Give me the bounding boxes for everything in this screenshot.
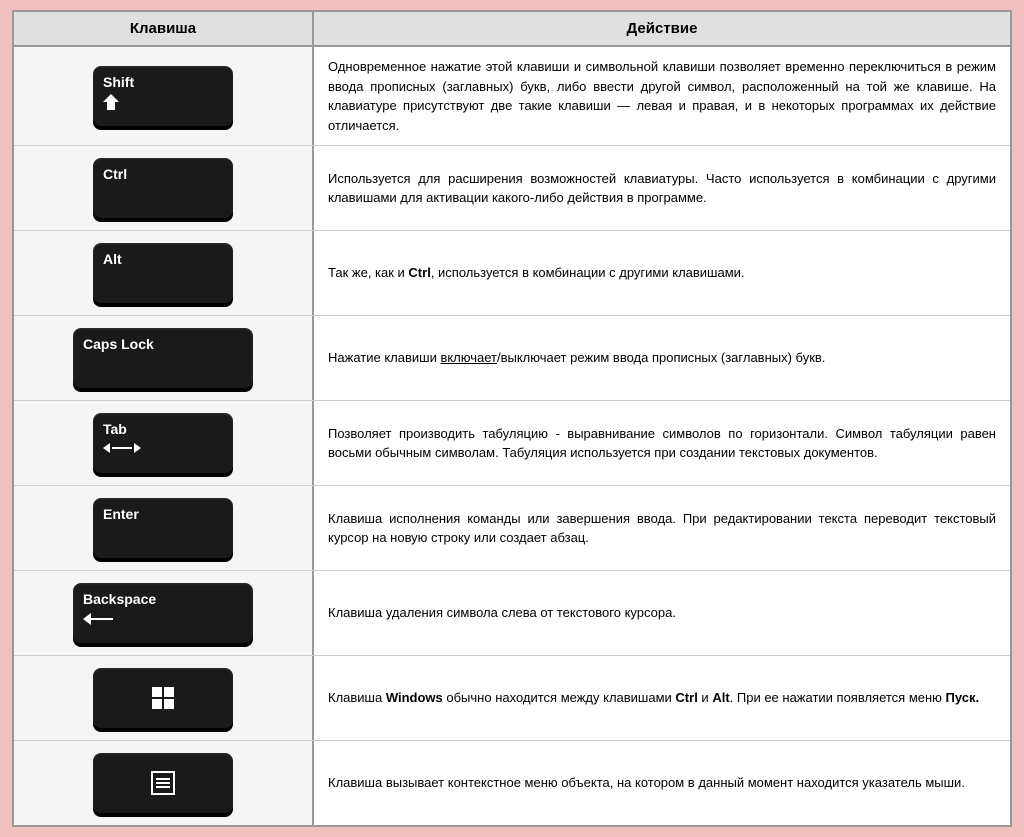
cell-key-ctrl: Ctrl (14, 146, 314, 230)
key-label: Backspace (83, 591, 156, 607)
key-enter: Enter (93, 498, 233, 558)
cell-key-enter: Enter (14, 486, 314, 570)
bold-windows: Windows (386, 690, 443, 705)
header-action: Действие (314, 12, 1010, 45)
cell-key-win (14, 656, 314, 740)
bold-alt: Alt (712, 690, 729, 705)
bold-pusk: Пуск. (946, 690, 980, 705)
cell-action-alt: Так же, как и Ctrl, используется в комби… (314, 231, 1010, 315)
table-row: Alt Так же, как и Ctrl, используется в к… (14, 231, 1010, 316)
cell-action-win: Клавиша Windows обычно находится между к… (314, 656, 1010, 740)
windows-icon (152, 687, 174, 709)
table-row: Клавиша Windows обычно находится между к… (14, 656, 1010, 741)
key-menu (93, 753, 233, 813)
key-ctrl: Ctrl (93, 158, 233, 218)
tab-icon (103, 443, 141, 453)
cell-key-backspace: Backspace (14, 571, 314, 655)
action-text: Клавиша удаления символа слева от тексто… (328, 603, 676, 623)
key-label: Enter (103, 506, 139, 522)
action-text: Клавиша исполнения команды или завершени… (328, 509, 996, 548)
table-row: Tab Позволяет производить табуляцию - вы… (14, 401, 1010, 486)
action-text: Нажатие клавиши включает/выключает режим… (328, 348, 825, 368)
cell-key-capslock: Caps Lock (14, 316, 314, 400)
key-capslock: Caps Lock (73, 328, 253, 388)
bold-ctrl2: Ctrl (675, 690, 697, 705)
header-key: Клавиша (14, 12, 314, 45)
cell-key-alt: Alt (14, 231, 314, 315)
table-row: Backspace Клавиша удаления символа слева… (14, 571, 1010, 656)
cell-action-capslock: Нажатие клавиши включает/выключает режим… (314, 316, 1010, 400)
table-row: Enter Клавиша исполнения команды или зав… (14, 486, 1010, 571)
keyboard-table: Клавиша Действие Shift Одновременное наж… (12, 10, 1012, 827)
action-text: Клавиша Windows обычно находится между к… (328, 688, 979, 708)
cell-key-shift: Shift (14, 47, 314, 145)
cell-action-tab: Позволяет производить табуляцию - выравн… (314, 401, 1010, 485)
key-label: Caps Lock (83, 336, 154, 352)
action-text: Позволяет производить табуляцию - выравн… (328, 424, 996, 463)
cell-action-ctrl: Используется для расширения возможностей… (314, 146, 1010, 230)
key-label: Ctrl (103, 166, 127, 182)
cell-action-menu: Клавиша вызывает контекстное меню объект… (314, 741, 1010, 825)
key-shift: Shift (93, 66, 233, 126)
cell-action-backspace: Клавиша удаления символа слева от тексто… (314, 571, 1010, 655)
action-text: Так же, как и Ctrl, используется в комби… (328, 263, 745, 283)
backspace-icon (83, 613, 113, 625)
key-label: Alt (103, 251, 122, 267)
key-label: Tab (103, 421, 127, 437)
table-row: Клавиша вызывает контекстное меню объект… (14, 741, 1010, 825)
underline-text: включает (440, 350, 497, 365)
cell-key-tab: Tab (14, 401, 314, 485)
action-text: Используется для расширения возможностей… (328, 169, 996, 208)
context-menu-icon (151, 771, 175, 795)
key-tab: Tab (93, 413, 233, 473)
table-row: Shift Одновременное нажатие этой клавиши… (14, 47, 1010, 146)
cell-action-enter: Клавиша исполнения команды или завершени… (314, 486, 1010, 570)
table-header: Клавиша Действие (14, 12, 1010, 47)
key-label: Shift (103, 74, 134, 90)
cell-key-menu (14, 741, 314, 825)
bold-ctrl: Ctrl (408, 265, 430, 280)
table-row: Ctrl Используется для расширения возможн… (14, 146, 1010, 231)
shift-icon (103, 94, 119, 110)
cell-action-shift: Одновременное нажатие этой клавиши и сим… (314, 47, 1010, 145)
table-row: Caps Lock Нажатие клавиши включает/выклю… (14, 316, 1010, 401)
action-text: Клавиша вызывает контекстное меню объект… (328, 773, 965, 793)
key-win (93, 668, 233, 728)
action-text: Одновременное нажатие этой клавиши и сим… (328, 57, 996, 135)
key-alt: Alt (93, 243, 233, 303)
key-backspace: Backspace (73, 583, 253, 643)
